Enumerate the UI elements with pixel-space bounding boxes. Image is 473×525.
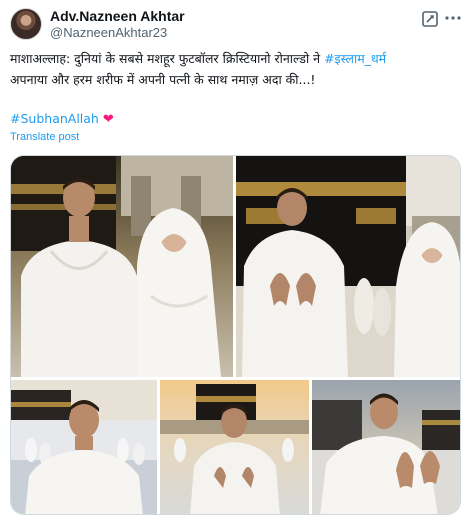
post-card: Adv.Nazneen Akhtar @NazneenAkhtar23 माशा… bbox=[0, 0, 473, 525]
post-text-line-2: अपनाया और हरम शरीफ में अपनी पत्नी के साथ… bbox=[10, 72, 316, 87]
media-photo-3[interactable] bbox=[11, 380, 157, 514]
author-names: Adv.Nazneen Akhtar @NazneenAkhtar23 bbox=[50, 8, 185, 41]
hashtag-link[interactable]: #इस्लाम_धर्म bbox=[324, 51, 386, 66]
post-header: Adv.Nazneen Akhtar @NazneenAkhtar23 bbox=[10, 8, 463, 42]
grok-icon[interactable] bbox=[421, 10, 439, 28]
more-icon[interactable] bbox=[443, 8, 463, 28]
heart-emoji: ❤ bbox=[102, 112, 114, 127]
media-photo-5[interactable] bbox=[312, 380, 460, 514]
translate-post-link[interactable]: Translate post bbox=[10, 131, 79, 143]
media-photo-4[interactable] bbox=[160, 380, 309, 514]
author-display-name[interactable]: Adv.Nazneen Akhtar bbox=[50, 8, 185, 25]
media-photo-1[interactable] bbox=[11, 156, 233, 377]
author-handle[interactable]: @NazneenAkhtar23 bbox=[50, 25, 185, 41]
media-photo-2[interactable] bbox=[236, 156, 460, 377]
avatar[interactable] bbox=[10, 8, 42, 40]
hashtag-link[interactable]: #SubhanAllah bbox=[10, 111, 99, 126]
post-text: माशाअल्लाह: दुनियां के सबसे मशहूर फुटबॉल… bbox=[10, 48, 465, 90]
post-hashtag-line: #SubhanAllah ❤ bbox=[10, 108, 114, 130]
post-text-part: माशाअल्लाह: दुनियां के सबसे मशहूर फुटबॉल… bbox=[10, 51, 325, 66]
media-grid bbox=[10, 155, 461, 515]
post-text-line-1: माशाअल्लाह: दुनियां के सबसे मशहूर फुटबॉल… bbox=[10, 48, 465, 69]
